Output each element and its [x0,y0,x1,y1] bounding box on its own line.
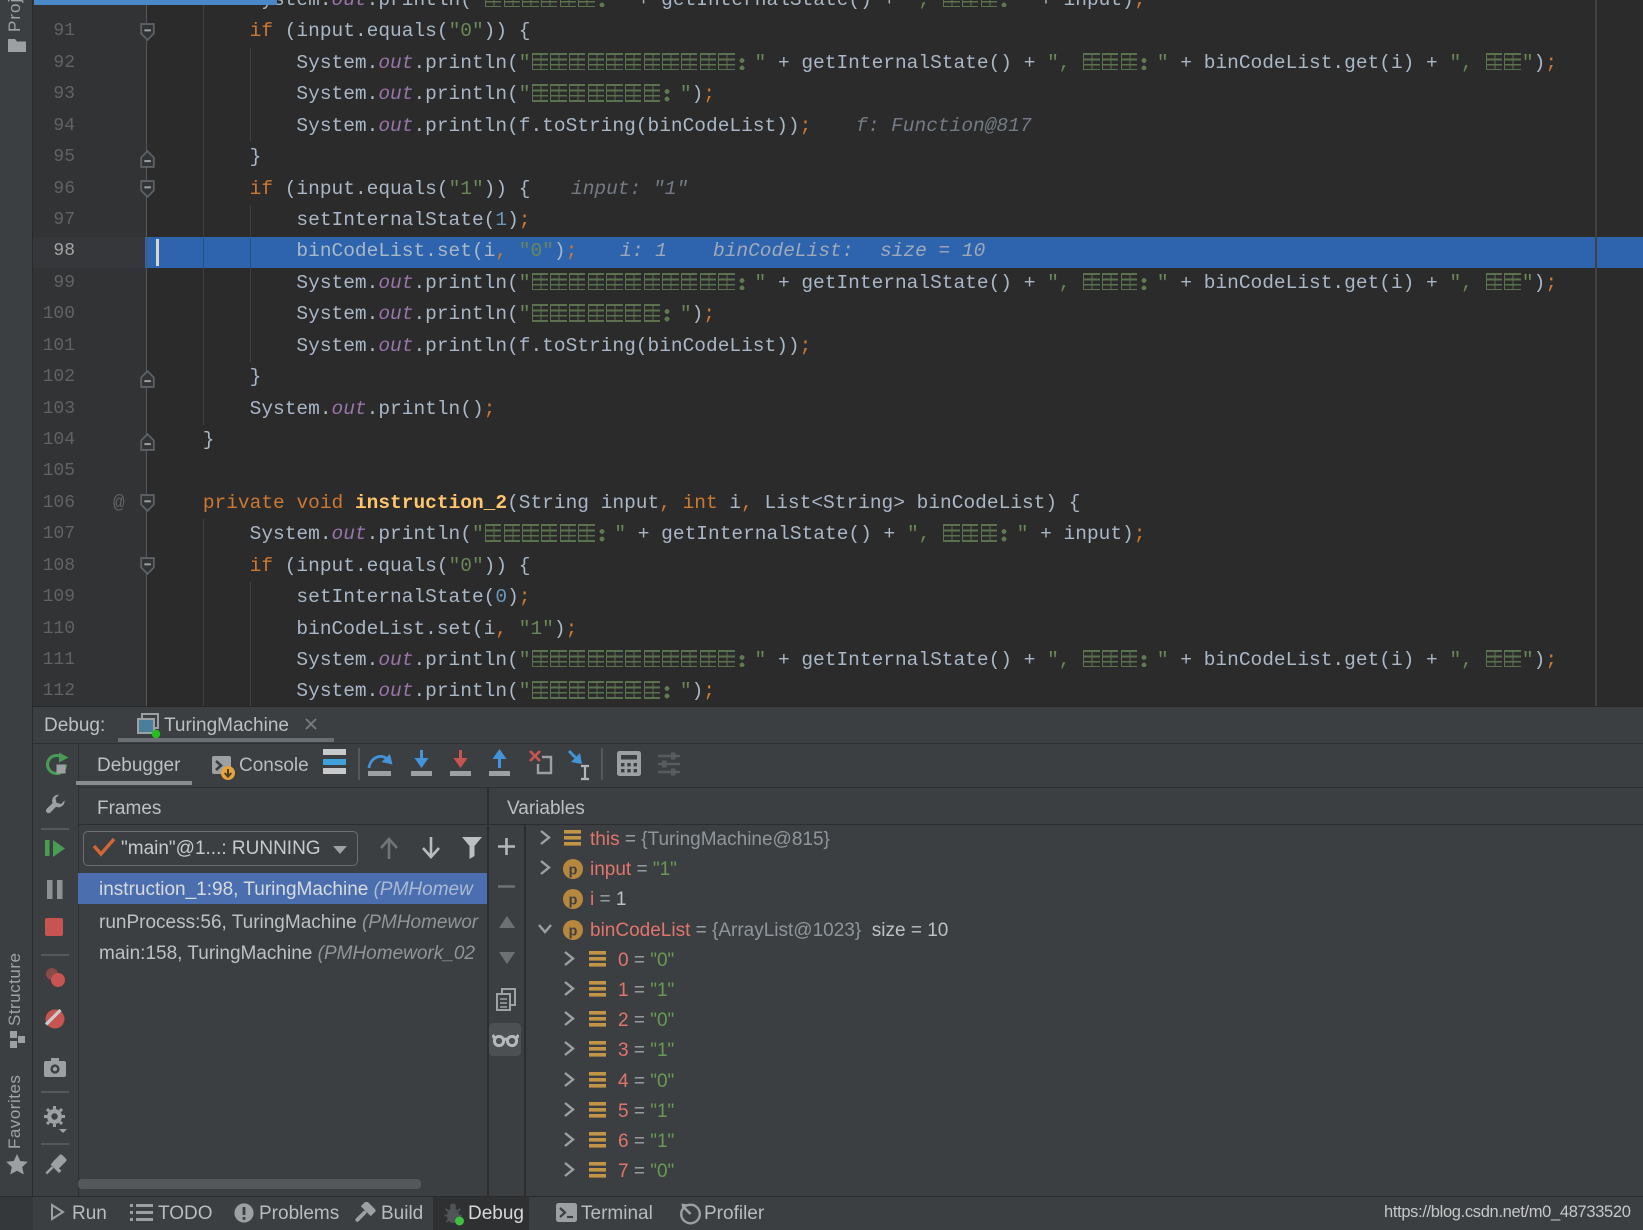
svg-text:p: p [568,863,577,880]
svg-text:p: p [568,923,577,940]
svg-text:p: p [568,893,577,910]
